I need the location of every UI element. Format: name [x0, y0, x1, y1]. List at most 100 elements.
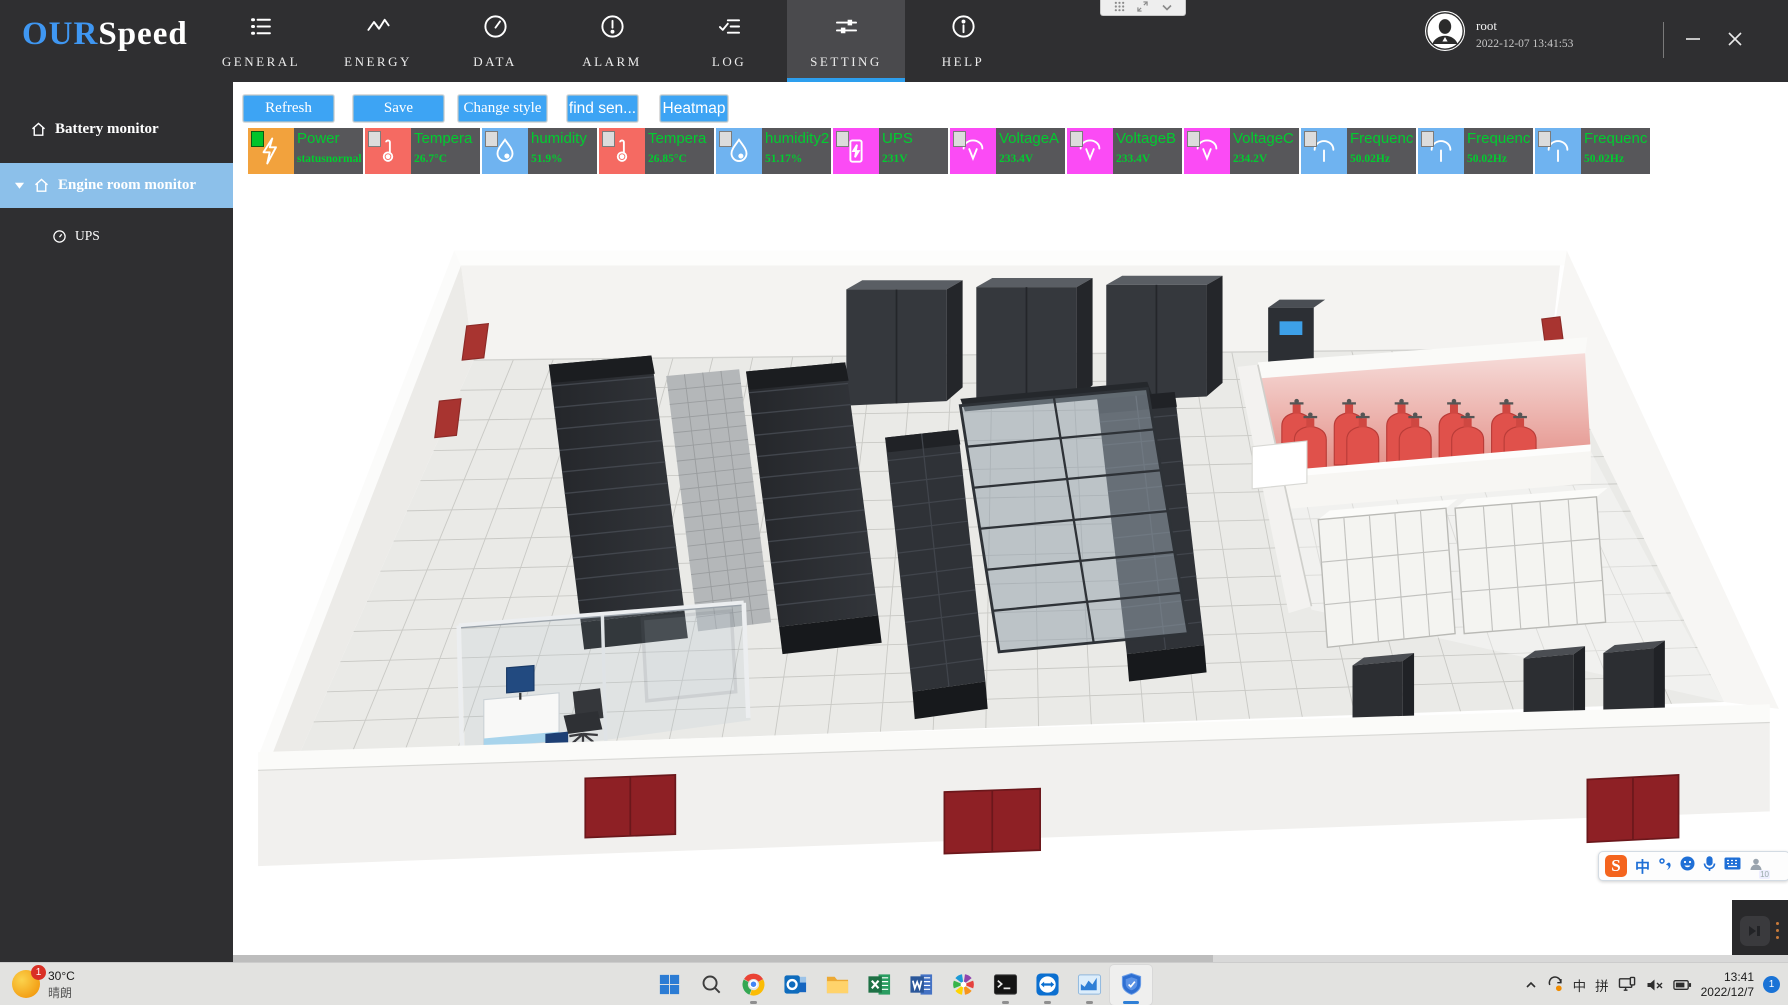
sun-icon: 1 [12, 970, 40, 998]
sensor-chip-voltage-b[interactable]: VoltageB233.4V [1067, 128, 1182, 174]
tab-label: HELP [942, 54, 985, 70]
sensor-chip-temperature-b[interactable]: Tempera26.85°C [599, 128, 714, 174]
water-drop-icon [482, 128, 528, 174]
file-explorer-icon[interactable] [816, 965, 858, 1005]
sensor-checkbox[interactable] [1304, 131, 1317, 147]
red-double-door [585, 775, 675, 838]
heatmap-button[interactable]: Heatmap [660, 95, 728, 122]
sensor-checkbox[interactable] [836, 131, 849, 147]
sensor-value: 50.02Hz [1584, 153, 1650, 165]
tab-help[interactable]: HELP [904, 0, 1022, 82]
tab-alarm[interactable]: ALARM [553, 0, 671, 82]
thermometer-icon [365, 128, 411, 174]
task-manager-icon[interactable] [1068, 965, 1110, 1005]
machine-room-3d-view[interactable] [233, 180, 1788, 955]
sidebar-item-engine-room-monitor[interactable]: Engine room monitor [0, 163, 247, 208]
weather-condition: 晴朗 [48, 984, 75, 1001]
terminal-icon[interactable] [984, 965, 1026, 1005]
save-button[interactable]: Save [353, 95, 444, 122]
divider [1663, 22, 1664, 58]
tab-data[interactable]: DATA [436, 0, 554, 82]
weather-badge: 1 [31, 965, 46, 980]
avatar [1424, 10, 1466, 57]
scrollbar-thumb[interactable] [233, 955, 1213, 962]
tab-log[interactable]: LOG [670, 0, 788, 82]
change-style-button[interactable]: Change style [458, 95, 547, 122]
sensor-checkbox[interactable] [602, 131, 615, 147]
tab-setting[interactable]: SETTING [787, 0, 905, 82]
minimize-icon [1684, 30, 1702, 53]
user-info[interactable]: root 2022-12-07 13:41:53 [1424, 10, 1573, 57]
sensor-chip-ups[interactable]: UPS231V [833, 128, 948, 174]
tray-chevron-up-icon[interactable] [1524, 978, 1538, 992]
notification-badge[interactable]: 1 [1763, 976, 1780, 993]
sensor-chip-humidity-b[interactable]: humidity251.17% [716, 128, 831, 174]
chrome-icon[interactable] [732, 965, 774, 1005]
sensor-chip-voltage-a[interactable]: VoltageA233.4V [950, 128, 1065, 174]
tray-clock[interactable]: 13:41 2022/12/7 [1701, 970, 1754, 1000]
tray-sync-icon[interactable] [1547, 976, 1564, 993]
ime-mini-toolbar[interactable] [1100, 0, 1186, 16]
sensor-chip-temperature-a[interactable]: Tempera26.7°C [365, 128, 480, 174]
sensor-checkbox[interactable] [719, 131, 732, 147]
home-icon [30, 121, 47, 138]
tray-battery-icon[interactable] [1673, 978, 1692, 992]
horizontal-scrollbar[interactable] [233, 955, 1788, 962]
ime-profile-icon[interactable]: 10 [1749, 857, 1763, 876]
sogou-logo-icon[interactable]: S [1605, 855, 1627, 877]
sensor-chip-frequency-a[interactable]: Frequenc50.02Hz [1301, 128, 1416, 174]
sidebar: Battery monitor Engine room monitor UPS [0, 82, 233, 962]
excel-icon[interactable] [858, 965, 900, 1005]
sensor-chip-power[interactable]: Powerstatusnormal [248, 128, 363, 174]
windows-start-icon[interactable] [648, 965, 690, 1005]
taskbar-weather-widget[interactable]: 1 30°C 晴朗 [12, 966, 75, 1001]
tray-display-icon[interactable] [1618, 976, 1637, 993]
sensor-checkbox[interactable] [1070, 131, 1083, 147]
minimize-button[interactable] [1678, 26, 1708, 56]
sensor-checkbox[interactable] [1187, 131, 1200, 147]
sensor-checkbox[interactable] [1538, 131, 1551, 147]
tray-mute-speaker-icon[interactable] [1646, 977, 1664, 993]
ime-toolbar[interactable]: S 中 10 [1598, 851, 1788, 881]
sensor-chip-frequency-b[interactable]: Frequenc50.02Hz [1418, 128, 1533, 174]
sensor-title: VoltageC [1233, 129, 1299, 149]
sensor-chip-voltage-c[interactable]: VoltageC234.2V [1184, 128, 1299, 174]
storage-racks [1318, 488, 1608, 648]
floating-tool-widget[interactable] [1732, 900, 1788, 961]
tab-general[interactable]: GENERAL [202, 0, 320, 82]
search-icon[interactable] [690, 965, 732, 1005]
tray-language-pinyin[interactable]: 拼 [1595, 975, 1609, 995]
sensor-chip-humidity-a[interactable]: humidity51.9% [482, 128, 597, 174]
expand-icon[interactable] [1137, 0, 1148, 17]
emoji-icon[interactable] [1680, 856, 1695, 876]
chevron-down-icon[interactable] [1161, 0, 1173, 17]
sidebar-item-battery-monitor[interactable]: Battery monitor [0, 108, 263, 150]
app-logo: OURSpeed [22, 16, 188, 53]
find-sensor-button[interactable]: find sen... [567, 95, 638, 122]
grid-dots-icon[interactable] [1114, 0, 1125, 17]
tab-energy[interactable]: ENERGY [319, 0, 437, 82]
punctuation-icon[interactable] [1658, 857, 1672, 876]
close-button[interactable] [1720, 26, 1750, 56]
mic-icon[interactable] [1703, 856, 1716, 877]
monitor-app-icon[interactable] [1110, 965, 1152, 1005]
windows-taskbar: 1 30°C 晴朗 中 拼 13:41 [0, 962, 1788, 1005]
outlook-icon[interactable] [774, 965, 816, 1005]
sensor-chip-frequency-c[interactable]: Frequenc50.02Hz [1535, 128, 1650, 174]
word-icon[interactable] [900, 965, 942, 1005]
keyboard-icon[interactable] [1724, 857, 1741, 875]
tab-label: LOG [712, 54, 746, 70]
tray-language-cn[interactable]: 中 [1573, 975, 1587, 995]
teamviewer-icon[interactable] [1026, 965, 1068, 1005]
sensor-checkbox[interactable] [953, 131, 966, 147]
dial-icon [52, 229, 67, 244]
refresh-button[interactable]: Refresh [243, 95, 334, 122]
sensor-value: 26.85°C [648, 153, 714, 165]
sensor-checkbox[interactable] [251, 131, 264, 147]
sensor-checkbox[interactable] [485, 131, 498, 147]
sensor-checkbox[interactable] [1421, 131, 1434, 147]
ime-profile-badge: 10 [1759, 870, 1770, 879]
ime-lang-toggle[interactable]: 中 [1635, 856, 1650, 877]
sensor-checkbox[interactable] [368, 131, 381, 147]
photos-pinwheel-icon[interactable] [942, 965, 984, 1005]
